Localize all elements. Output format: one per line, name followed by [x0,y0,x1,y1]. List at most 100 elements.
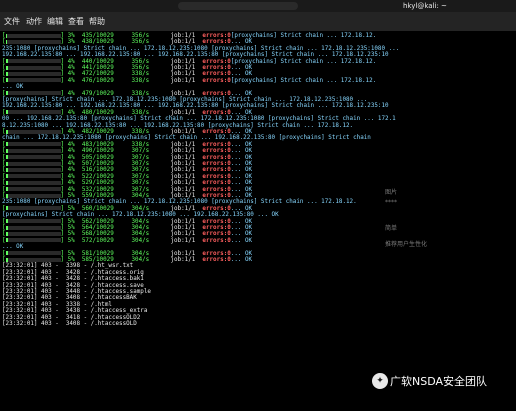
progress-rate: 304/s [131,205,150,212]
progress-bar [5,167,61,172]
progress-percent: 5% [67,225,75,231]
progress-bar [5,257,61,262]
progress-count: 507/10029 [81,161,114,167]
error-counter: errors:0 [202,109,231,116]
progress-percent: 4% [67,58,75,65]
job-counter: job:1/1 [170,129,196,135]
progress-count: 476/10029 [81,77,114,84]
proxy-message: ... OK [230,71,253,78]
progress-bar [5,206,61,211]
progress-bar [5,231,61,236]
proxy-text: 8.12.235:1080 ... 192.168.22.135:80 ... … [2,122,354,129]
progress-percent: 4% [67,167,75,174]
proxy-message: ... OK [230,129,253,135]
error-counter: errors:0 [202,167,231,174]
window-titlebar: hkyl@kali: ~ [0,0,516,12]
progress-bar [5,238,61,243]
menu-bar: 文件 动作 编辑 查看 帮助 [0,12,516,31]
progress-bar [5,219,61,224]
proxy-text: 192.168.22.135:80 ... 192.168.22.135:80 … [2,103,389,110]
progress-count: 529/10029 [81,180,114,187]
proxy-message: ... OK [230,205,253,212]
progress-percent: 4% [67,173,75,180]
progress-percent: 5% [67,205,75,212]
job-counter: job:1/1 [170,90,196,97]
proxy-message: ... OK [230,257,253,263]
ghost-label-1: 图片 [385,189,398,196]
job-counter: job:1/1 [170,71,196,78]
window-host-label: hkyl@kali: ~ [403,2,447,10]
progress-count: 568/10029 [81,231,114,238]
found-path-text: [23:32:01] 403 - 3438 - /.htaccess_extra [2,308,148,315]
error-counter: errors:0 [202,250,231,257]
error-counter: errors:0 [202,129,231,135]
proxy-message: ... OK [230,90,253,97]
progress-count: 482/10029 [81,129,114,135]
proxy-text: ... OK [2,84,24,91]
job-counter: job:1/1 [170,180,196,187]
progress-count: 522/10029 [81,173,114,180]
menu-view[interactable]: 查看 [68,12,84,31]
ghost-label-3: 简单 [385,225,398,232]
progress-rate: 304/s [131,237,150,244]
progress-percent: 4% [67,109,75,116]
job-counter: job:1/1 [170,205,196,212]
proxy-message: ... OK [230,225,253,231]
found-path-text: [23:32:01] 403 - 3428 - /.htaccess.orig [2,269,144,276]
progress-rate: 356/s [131,33,150,39]
menu-action[interactable]: 动作 [26,12,42,31]
menu-file[interactable]: 文件 [4,12,20,31]
progress-count: 490/10029 [81,148,114,155]
terminal-output[interactable]: 图片 **** 简单 推荐用户生性化 [] 3% 435/10029 356/s… [0,31,516,411]
progress-rate: 338/s [131,129,150,135]
job-counter: job:1/1 [170,231,196,238]
error-counter: errors:0 [202,205,231,212]
proxy-message: ... OK [230,173,253,180]
proxy-message: ... OK [230,250,253,257]
error-counter: errors:0 [202,90,231,97]
progress-bar [5,65,61,70]
error-counter: errors:0 [202,71,231,78]
error-counter: errors:0 [202,225,231,231]
progress-rate: 338/s [131,141,150,148]
progress-bar [5,33,61,38]
progress-rate: 304/s [131,218,150,225]
proxy-message: ... OK [230,167,253,174]
progress-count: 479/10029 [81,90,114,97]
progress-rate: 304/s [131,231,150,238]
error-counter: errors:0 [202,173,231,180]
progress-bar [5,161,61,166]
progress-percent: 4% [67,186,75,193]
progress-percent: 4% [67,161,75,167]
proxy-message: ... OK [230,154,253,161]
error-counter: errors:0 [202,193,231,199]
progress-rate: 356/s [131,39,150,46]
progress-count: 562/10029 [81,218,114,225]
job-counter: job:1/1 [170,167,196,174]
menu-help[interactable]: 帮助 [89,12,105,31]
found-path-text: [23:32:01] 403 - 3338 - /.html [2,301,112,308]
found-path-text: [23:32:01] 403 - 3428 - /.htaccess.bak1 [2,276,144,283]
progress-count: 585/10029 [81,257,114,263]
progress-bar [5,225,61,230]
proxy-message: ... OK [230,237,253,244]
proxy-text: 235:1080 [proxychains] Strict chain ... … [2,45,400,52]
window-tab[interactable] [178,2,298,10]
progress-count: 564/10029 [81,225,114,231]
menu-edit[interactable]: 编辑 [47,12,63,31]
progress-rate: 338/s [131,77,150,84]
progress-count: 440/10029 [81,58,114,65]
progress-count: 572/10029 [81,237,114,244]
found-path-text: [23:32:01] 403 - 3448 - /.htaccess.sampl… [2,289,151,295]
progress-row: [] 4% 476/10029 338/s job:1/1 errors:0[p… [2,77,377,84]
progress-count: 581/10029 [81,250,114,257]
proxy-message: ... OK [230,39,253,46]
error-counter: errors:0 [202,154,231,161]
progress-bar [5,39,61,44]
background-overlay: 图片 **** 简单 推荐用户生性化 [355,139,516,319]
progress-bar [5,71,61,76]
proxy-message: [proxychains] Strict chain ... 172.18.12… [230,77,377,84]
progress-percent: 5% [67,257,75,263]
progress-count: 560/10029 [81,205,114,212]
proxy-message: ... OK [230,161,253,167]
